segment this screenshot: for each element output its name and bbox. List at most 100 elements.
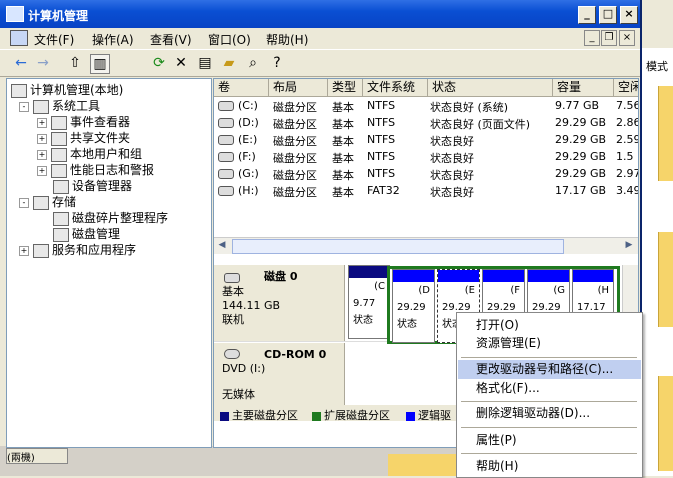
table-row[interactable]: (G:) 磁盘分区 基本 NTFS 状态良好 29.29 GB 2.97 xyxy=(214,166,638,183)
folder-icon xyxy=(658,232,673,327)
help-icon[interactable]: ? xyxy=(268,54,286,72)
volume-icon xyxy=(218,135,234,145)
properties-icon[interactable]: ▤ xyxy=(196,54,214,72)
scroll-right-icon[interactable]: ▶ xyxy=(622,239,636,252)
expand-icon[interactable]: + xyxy=(19,245,29,256)
tree-node-label: 磁盘管理 xyxy=(72,227,121,241)
menu-window[interactable]: 窗口(O) xyxy=(208,31,251,48)
delete-icon[interactable]: ✕ xyxy=(172,54,190,72)
partition-label: (D xyxy=(418,285,430,296)
table-row[interactable]: (E:) 磁盘分区 基本 NTFS 状态良好 29.29 GB 2.59 xyxy=(214,132,638,149)
tree-node-label: 设备管理器 xyxy=(72,179,133,193)
table-row[interactable]: (H:) 磁盘分区 基本 FAT32 状态良好 17.17 GB 3.49 xyxy=(214,183,638,200)
title-bar[interactable]: 计算机管理 _ □ × xyxy=(0,0,640,28)
maximize-button[interactable]: □ xyxy=(599,6,617,24)
volume-status: 状态良好 (系统) xyxy=(430,101,509,114)
volume-capacity: 17.17 GB xyxy=(555,184,607,197)
scroll-left-icon[interactable]: ◀ xyxy=(215,239,229,252)
tree-node[interactable]: + 服务和应用程序 xyxy=(19,241,136,258)
navigation-tree: 计算机管理(本地) - 系统工具 + 事件查看器 + 共享文件夹 + 本地用户和组 + 性… xyxy=(6,78,212,448)
cdrom-icon xyxy=(224,349,240,359)
expand-icon[interactable]: + xyxy=(37,117,47,128)
up-folder-icon[interactable]: ⇧ xyxy=(66,54,84,72)
context-menu-format[interactable]: 格式化(F)... xyxy=(458,379,641,398)
volume-name: (E:) xyxy=(238,133,258,146)
volume-layout: 磁盘分区 xyxy=(273,152,317,165)
tree-node-label: 性能日志和警报 xyxy=(70,163,155,177)
tree-node[interactable]: 磁盘管理 xyxy=(53,225,121,242)
menu-separator xyxy=(461,453,637,454)
column-header[interactable]: 卷 xyxy=(214,79,269,96)
volume-filesystem: NTFS xyxy=(367,167,396,180)
background-tab: (兩機) xyxy=(6,448,68,464)
shared-folder-icon xyxy=(51,131,67,146)
storage-icon xyxy=(33,195,49,210)
horizontal-scrollbar[interactable]: ◀ ▶ xyxy=(214,237,638,254)
expand-icon[interactable]: + xyxy=(37,149,47,160)
tree-node[interactable]: + 性能日志和警报 xyxy=(37,161,155,178)
table-row[interactable]: (C:) 磁盘分区 基本 NTFS 状态良好 (系统) 9.77 GB 7.56 xyxy=(214,98,638,115)
tree-node[interactable]: 磁盘碎片整理程序 xyxy=(53,209,168,226)
refresh-icon[interactable]: ⟳ xyxy=(150,54,168,72)
child-minimize-button[interactable]: _ xyxy=(584,30,600,46)
column-header[interactable]: 类型 xyxy=(328,79,363,96)
volume-name: (F:) xyxy=(238,150,256,163)
volume-status: 状态良好 xyxy=(430,135,474,148)
table-row[interactable]: (F:) 磁盘分区 基本 NTFS 状态良好 29.29 GB 1.5 xyxy=(214,149,638,166)
child-close-button[interactable]: × xyxy=(619,30,635,46)
tree-node-label: 计算机管理(本地) xyxy=(30,83,124,97)
collapse-icon[interactable]: - xyxy=(19,197,29,208)
tree-node[interactable]: + 本地用户和组 xyxy=(37,145,142,162)
console-icon[interactable] xyxy=(10,30,28,46)
minimize-button[interactable]: _ xyxy=(578,6,596,24)
collapse-icon[interactable]: - xyxy=(19,101,29,112)
scroll-thumb[interactable] xyxy=(232,239,564,254)
partition-block[interactable]: (C 9.77 状态 xyxy=(348,265,390,339)
disk-type: 基本 xyxy=(222,285,244,298)
column-header[interactable]: 布局 xyxy=(269,79,328,96)
volume-type: 基本 xyxy=(332,186,354,199)
forward-arrow-icon[interactable]: → xyxy=(34,54,52,72)
context-menu-delete-logical-drive[interactable]: 删除逻辑驱动器(D)... xyxy=(458,404,641,423)
context-menu-properties[interactable]: 属性(P) xyxy=(458,431,641,450)
context-menu-help[interactable]: 帮助(H) xyxy=(458,457,641,476)
tree-node[interactable]: 计算机管理(本地) xyxy=(11,81,124,98)
column-header[interactable]: 状态 xyxy=(428,79,553,96)
volume-layout: 磁盘分区 xyxy=(273,135,317,148)
table-row[interactable]: (D:) 磁盘分区 基本 NTFS 状态良好 (页面文件) 29.29 GB 2… xyxy=(214,115,638,132)
partition-size: 29.29 xyxy=(397,302,426,313)
menu-file[interactable]: 文件(F) xyxy=(34,31,74,48)
menu-view[interactable]: 查看(V) xyxy=(150,31,192,48)
context-menu: 打开(O) 资源管理(E) 更改驱动器号和路径(C)... 格式化(F)... … xyxy=(456,312,643,478)
column-header[interactable]: 文件系统 xyxy=(363,79,428,96)
tree-node[interactable]: + 共享文件夹 xyxy=(37,129,130,146)
cdrom-info: CD-ROM 0 DVD (I:) 无媒体 xyxy=(214,343,345,405)
volume-filesystem: NTFS xyxy=(367,150,396,163)
tree-node[interactable]: 设备管理器 xyxy=(53,177,133,194)
tree-node[interactable]: - 存储 xyxy=(19,193,76,210)
folder-icon xyxy=(658,86,673,181)
volume-name: (C:) xyxy=(238,99,258,112)
expand-icon[interactable]: + xyxy=(37,133,47,144)
legend-label: 扩展磁盘分区 xyxy=(324,409,390,422)
column-header[interactable]: 容量 xyxy=(553,79,614,96)
menu-help[interactable]: 帮助(H) xyxy=(266,31,308,48)
column-header[interactable]: 空闲 xyxy=(614,79,638,96)
tree-node[interactable]: + 事件查看器 xyxy=(37,113,130,130)
close-button[interactable]: × xyxy=(620,6,638,24)
context-menu-open[interactable]: 打开(O) xyxy=(458,316,641,335)
show-tree-icon[interactable]: ▥ xyxy=(90,54,110,74)
menu-action[interactable]: 操作(A) xyxy=(92,31,134,48)
context-menu-explore[interactable]: 资源管理(E) xyxy=(458,334,641,353)
legend-item: 扩展磁盘分区 xyxy=(312,407,390,423)
tree-node[interactable]: - 系统工具 xyxy=(19,97,100,114)
open-icon[interactable]: ▰ xyxy=(220,54,238,72)
search-icon[interactable]: ⌕ xyxy=(244,54,262,72)
back-arrow-icon[interactable]: ← xyxy=(12,54,30,72)
disk-info: 磁盘 0 基本 144.11 GB 联机 xyxy=(214,265,345,341)
partition-block[interactable]: (D 29.29 状态 xyxy=(392,269,435,343)
context-menu-change-drive-letter[interactable]: 更改驱动器号和路径(C)... xyxy=(458,360,641,379)
volume-layout: 磁盘分区 xyxy=(273,169,317,182)
expand-icon[interactable]: + xyxy=(37,165,47,176)
child-restore-button[interactable]: ❐ xyxy=(601,30,617,46)
